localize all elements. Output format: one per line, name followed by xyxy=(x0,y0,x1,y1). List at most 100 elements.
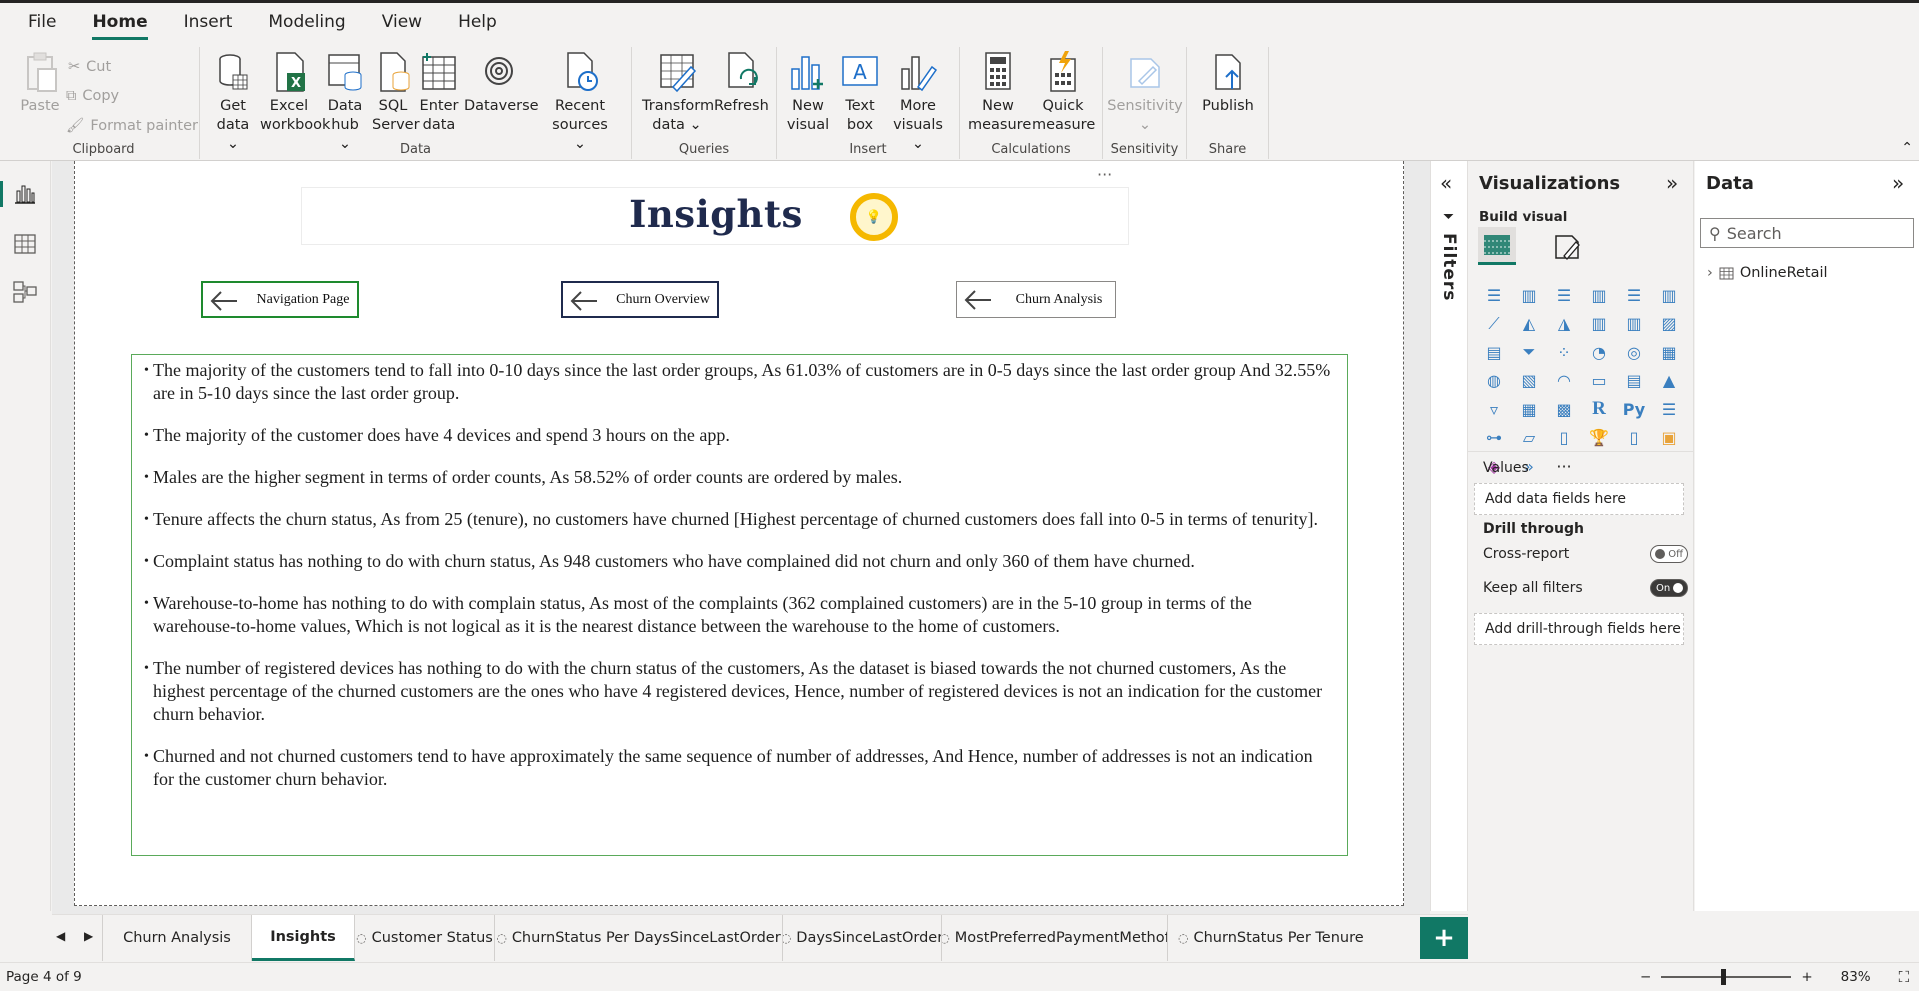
format-visual-tab[interactable] xyxy=(1548,227,1586,265)
zoom-slider-thumb[interactable] xyxy=(1721,969,1727,985)
stacked-bar-chart-icon[interactable]: ☰ xyxy=(1477,281,1511,310)
menu-home[interactable]: Home xyxy=(92,6,148,40)
tab-mostpreferredpaymentmethof[interactable]: ◌ MostPreferredPaymentMethof xyxy=(942,915,1168,961)
tab-churnstatus-per-dayssincelastorder[interactable]: ◌ ChurnStatus Per DaysSinceLastOrder xyxy=(495,915,783,961)
table-view-icon[interactable] xyxy=(12,231,38,257)
table-visual-icon[interactable]: ▦ xyxy=(1512,395,1546,424)
menu-view[interactable]: View xyxy=(382,6,422,38)
tab-dayssincelastorder[interactable]: ◌ DaysSinceLastOrder xyxy=(783,915,942,961)
navigation-page-button[interactable]: Navigation Page xyxy=(201,281,359,318)
100-stacked-bar-chart-icon[interactable]: ☰ xyxy=(1617,281,1651,310)
more-visuals-ellipsis-icon[interactable]: ··· xyxy=(1547,452,1581,481)
tab-customer-status[interactable]: ◌ Customer Status xyxy=(355,915,495,961)
more-options-icon[interactable]: ··· xyxy=(1097,165,1112,184)
title-visual[interactable]: Insights 💡 xyxy=(301,187,1129,245)
funnel-chart-icon[interactable]: ⏷ xyxy=(1512,338,1546,367)
data-hub-button[interactable]: Data hub ⌄ xyxy=(324,51,366,154)
collapse-ribbon-icon[interactable]: ⌃ xyxy=(1901,140,1913,156)
add-page-button[interactable]: + xyxy=(1420,917,1468,959)
churn-overview-button[interactable]: Churn Overview xyxy=(561,281,719,318)
zoom-slider[interactable] xyxy=(1661,969,1792,985)
tab-churn-analysis[interactable]: Churn Analysis xyxy=(102,915,252,961)
matrix-icon[interactable]: ▩ xyxy=(1547,395,1581,424)
collapse-visualizations-icon[interactable]: » xyxy=(1666,171,1678,195)
enter-data-button[interactable]: Enter data xyxy=(418,51,460,135)
keep-all-filters-toggle[interactable]: On xyxy=(1650,579,1688,597)
menu-modeling[interactable]: Modeling xyxy=(268,6,345,38)
recent-sources-button[interactable]: Recent sources ⌄ xyxy=(550,51,610,154)
clustered-column-chart-icon[interactable]: ▥ xyxy=(1582,281,1616,310)
line-chart-icon[interactable]: ⟋ xyxy=(1477,310,1511,339)
smart-narrative-icon[interactable]: ▯ xyxy=(1547,424,1581,453)
more-visuals-button[interactable]: More visuals ⌄ xyxy=(887,51,949,154)
map-icon[interactable]: ◍ xyxy=(1477,367,1511,396)
drill-through-drop-zone[interactable]: Add drill-through fields here xyxy=(1474,613,1684,645)
quick-measure-button[interactable]: Quick measure xyxy=(1032,51,1095,135)
transform-data-button[interactable]: Transform data ⌄ xyxy=(642,51,714,135)
publish-button[interactable]: Publish xyxy=(1197,51,1259,116)
r-visual-icon[interactable]: R xyxy=(1582,395,1616,424)
tab-scroll-left-icon[interactable]: ◀ xyxy=(56,929,65,943)
line-and-clustered-column-chart-icon[interactable]: ▥ xyxy=(1617,310,1651,339)
gauge-icon[interactable]: ◠ xyxy=(1547,367,1581,396)
qna-icon[interactable]: ▱ xyxy=(1512,424,1546,453)
copy-button[interactable]: ⧉ Copy xyxy=(66,88,119,104)
excel-workbook-button[interactable]: X Excel workbook xyxy=(260,51,330,135)
model-view-icon[interactable] xyxy=(12,279,38,305)
tab-scroll-right-icon[interactable]: ▶ xyxy=(84,929,93,943)
dataverse-button[interactable]: Dataverse xyxy=(464,51,539,116)
report-view-icon[interactable] xyxy=(12,181,38,207)
sensitivity-button[interactable]: Sensitivity ⌄ xyxy=(1105,51,1185,135)
insights-text-box[interactable]: • The majority of the customers tend to f… xyxy=(131,354,1348,856)
menu-insert[interactable]: Insert xyxy=(184,6,233,38)
clustered-bar-chart-icon[interactable]: ☰ xyxy=(1547,281,1581,310)
key-influencers-icon[interactable]: ☰ xyxy=(1652,395,1686,424)
power-apps-icon[interactable]: ▣ xyxy=(1652,424,1686,453)
churn-analysis-button[interactable]: Churn Analysis xyxy=(956,281,1116,318)
text-box-button[interactable]: A Text box xyxy=(837,51,883,135)
python-visual-icon[interactable]: Py xyxy=(1617,395,1651,424)
paste-button[interactable]: Paste xyxy=(14,51,66,116)
format-painter-button[interactable]: 🖌 Format painter xyxy=(66,117,198,135)
fit-to-page-icon[interactable]: ⛶ xyxy=(1899,968,1910,986)
values-drop-zone[interactable]: Add data fields here xyxy=(1474,483,1684,515)
stacked-column-chart-icon[interactable]: ▥ xyxy=(1512,281,1546,310)
menu-help[interactable]: Help xyxy=(458,6,497,38)
zoom-out-icon[interactable]: − xyxy=(1640,969,1651,985)
refresh-button[interactable]: Refresh xyxy=(714,51,769,116)
slicer-icon[interactable]: ▿ xyxy=(1477,395,1511,424)
get-data-button[interactable]: Get data ⌄ xyxy=(210,51,256,154)
sql-server-button[interactable]: SQL Server xyxy=(372,51,420,135)
donut-chart-icon[interactable]: ◎ xyxy=(1617,338,1651,367)
cut-button[interactable]: ✂ Cut xyxy=(68,59,111,75)
build-visual-tab[interactable] xyxy=(1478,227,1516,265)
treemap-icon[interactable]: ▦ xyxy=(1652,338,1686,367)
cross-report-toggle[interactable]: Off xyxy=(1650,545,1688,563)
menu-file[interactable]: File xyxy=(28,6,56,38)
data-search-input[interactable]: ⚲ Search xyxy=(1700,218,1914,248)
pie-chart-icon[interactable]: ◔ xyxy=(1582,338,1616,367)
stacked-area-chart-icon[interactable]: ◮ xyxy=(1547,310,1581,339)
new-measure-button[interactable]: New measure xyxy=(968,51,1031,135)
collapse-data-icon[interactable]: » xyxy=(1892,171,1904,195)
scatter-chart-icon[interactable]: ⁘ xyxy=(1547,338,1581,367)
multi-row-card-icon[interactable]: ▤ xyxy=(1617,367,1651,396)
line-and-column-chart-icon[interactable]: ▥ xyxy=(1582,310,1616,339)
filters-pane[interactable]: « ⏷ Filters xyxy=(1430,161,1468,911)
tab-insights[interactable]: Insights xyxy=(252,915,355,961)
decomposition-tree-icon[interactable]: ⊶ xyxy=(1477,424,1511,453)
expand-filters-icon[interactable]: « xyxy=(1440,171,1452,195)
ribbon-chart-icon[interactable]: ▨ xyxy=(1652,310,1686,339)
paginated-report-icon[interactable]: ▯ xyxy=(1617,424,1651,453)
card-icon[interactable]: ▭ xyxy=(1582,367,1616,396)
chevron-right-icon[interactable]: › xyxy=(1707,265,1713,281)
kpi-icon[interactable]: ▲ xyxy=(1652,367,1686,396)
new-visual-button[interactable]: New visual xyxy=(783,51,833,135)
tab-churnstatus-per-tenure[interactable]: ◌ ChurnStatus Per Tenure xyxy=(1168,915,1420,961)
table-tree-item[interactable]: › OnlineRetail xyxy=(1707,265,1828,281)
waterfall-chart-icon[interactable]: ▤ xyxy=(1477,338,1511,367)
filled-map-icon[interactable]: ▧ xyxy=(1512,367,1546,396)
goals-icon[interactable]: 🏆 xyxy=(1582,424,1616,453)
area-chart-icon[interactable]: ◭ xyxy=(1512,310,1546,339)
zoom-in-icon[interactable]: + xyxy=(1801,969,1812,985)
